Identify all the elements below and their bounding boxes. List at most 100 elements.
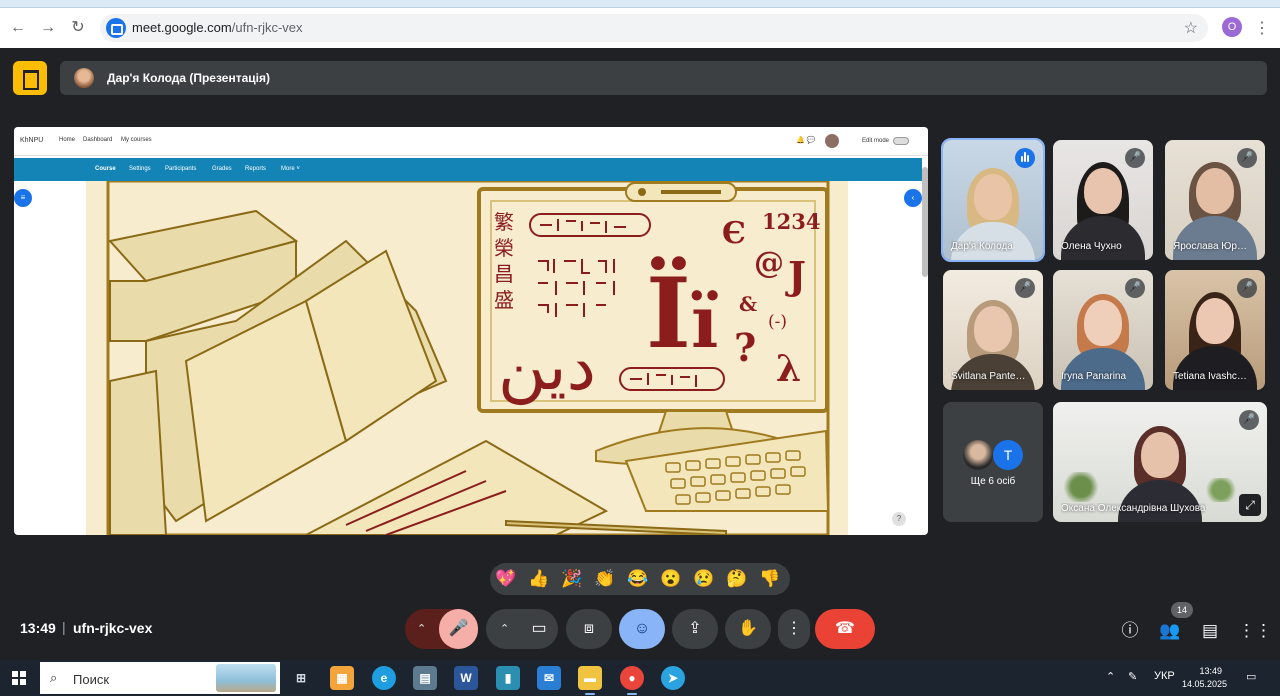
glyph-yi-lower: ї (691, 279, 718, 364)
chrome-icon[interactable]: ● (620, 666, 644, 695)
meeting-info-icon[interactable]: ⓘ (1118, 619, 1142, 643)
mic-off-button[interactable]: 🎤 (439, 609, 478, 649)
reaction-thinking[interactable]: 🤔 (725, 567, 749, 591)
site-link-my-courses[interactable]: My courses (121, 137, 152, 143)
participant-tile-5[interactable]: 🎤 Iryna Panarina (1053, 270, 1153, 390)
participant-name: Svitlana Pante… (951, 371, 1026, 382)
back-icon[interactable]: ← (8, 18, 28, 38)
word-icon[interactable]: W (454, 666, 478, 690)
block-drawer-icon[interactable]: ‹ (904, 189, 922, 207)
notifications-icon[interactable]: ▭ (1246, 670, 1256, 683)
tray-chevron-icon[interactable]: ⌃ (1106, 670, 1115, 683)
nav-grades[interactable]: Grades (212, 166, 232, 172)
participant-tile-self[interactable]: 🎤 Оксана Олександрівна Шухова ⤢ (1053, 402, 1267, 522)
glyph-at: @ (754, 246, 784, 281)
more-participants-tile[interactable]: T Ще 6 осіб (943, 402, 1043, 522)
plant-decor (1203, 478, 1239, 502)
captions-button[interactable]: ⧈ (566, 609, 612, 649)
windows-taskbar: ⌕ Поиск ⊞ ▦ e ▤ W ▮ ✉ ▬ ● ➤ ⌃ ✎ УКР 13:4… (0, 660, 1280, 696)
mail-icon[interactable]: ✉ (537, 666, 561, 690)
meet-logo-icon (13, 61, 47, 95)
reaction-sad[interactable]: 😢 (692, 567, 716, 591)
drawer-toggle-icon[interactable]: ≡ (14, 189, 32, 207)
reframe-icon[interactable]: ⤢ (1239, 494, 1261, 516)
notification-icons[interactable]: 🔔 💬 (796, 136, 815, 144)
hand-icon: ✋ (738, 620, 758, 637)
participant-tile-6[interactable]: 🎤 Tetiana Ivashc… (1165, 270, 1265, 390)
active-tab[interactable] (0, 0, 1280, 8)
browser-toolbar: ← → ↻ meet.google.com/ufn-rjkc-vex ☆ O ⋮ (0, 8, 1280, 48)
site-user-avatar[interactable] (825, 134, 839, 148)
chat-icon[interactable]: ▤ (1198, 619, 1222, 643)
task-view-icon[interactable]: ⊞ (289, 666, 313, 690)
meet-site-icon (106, 18, 126, 38)
pen-icon[interactable]: ✎ (1128, 670, 1137, 683)
leave-call-button[interactable]: ☎ (815, 609, 875, 649)
video-options-chevron-icon[interactable]: ⌃ (500, 609, 509, 649)
present-button[interactable]: ⇪ (672, 609, 718, 649)
people-icon[interactable]: 👥 (1158, 619, 1182, 643)
keyboard-language[interactable]: УКР (1154, 670, 1175, 682)
slide-image: 繁 榮 昌 盛 1234 Ї ї @ J & ? (-) λ Є دين (86, 179, 848, 535)
participant-tile-3[interactable]: 🎤 Ярослава Юр… (1165, 140, 1265, 260)
reload-icon[interactable]: ↻ (68, 18, 88, 38)
forward-icon[interactable]: → (38, 18, 58, 38)
address-bar[interactable]: meet.google.com/ufn-rjkc-vex ☆ (100, 14, 1208, 42)
participant-name: Ярослава Юр… (1173, 241, 1247, 252)
more-options-button[interactable]: ⋮ (778, 609, 810, 649)
reaction-clap[interactable]: 👏 (593, 567, 617, 591)
nav-reports[interactable]: Reports (245, 166, 266, 172)
help-icon[interactable]: ? (892, 512, 906, 526)
app-icon[interactable]: ▮ (496, 666, 520, 690)
nav-participants[interactable]: Participants (165, 166, 196, 172)
search-highlight-image (216, 664, 276, 692)
calculator-icon[interactable]: ▤ (413, 666, 437, 690)
profile-avatar[interactable]: O (1222, 17, 1242, 37)
reactions-button[interactable]: ☺ (619, 609, 665, 649)
audio-options-chevron-icon[interactable]: ⌃ (417, 609, 426, 649)
more-participants-label: Ще 6 осіб (970, 476, 1016, 487)
presentation-scrollbar[interactable] (922, 167, 928, 277)
presenter-bar[interactable]: Дар'я Колода (Презентація) (60, 61, 1267, 95)
presenter-avatar (74, 68, 94, 88)
system-clock[interactable]: 13:49 14.05.2025 (1182, 665, 1227, 691)
more-vert-icon: ⋮ (786, 620, 802, 637)
windows-start-icon[interactable] (12, 671, 26, 685)
clock-time: 13:49 (1199, 666, 1222, 676)
telegram-icon[interactable]: ➤ (661, 666, 685, 690)
taskbar-search[interactable]: ⌕ Поиск (40, 662, 280, 694)
bookmark-star-icon[interactable]: ☆ (1184, 18, 1198, 38)
store-icon[interactable]: ▦ (330, 666, 354, 690)
glyph-arabic: دين (498, 328, 596, 406)
url-host: meet.google.com (132, 20, 232, 35)
site-link-dashboard[interactable]: Dashboard (83, 137, 112, 143)
camera-icon[interactable]: ▭ (520, 609, 558, 649)
participant-tile-2[interactable]: 🎤 Олена Чухно (1053, 140, 1153, 260)
participant-tile-1[interactable]: Дар'я Колода (941, 138, 1045, 262)
raise-hand-button[interactable]: ✋ (725, 609, 771, 649)
nav-more[interactable]: More ˅ (281, 166, 300, 172)
activities-grid-icon[interactable]: ⋮⋮ (1238, 619, 1272, 643)
speaking-indicator-icon (1015, 148, 1035, 168)
present-screen-icon: ⇪ (688, 620, 702, 637)
nav-course[interactable]: Course (95, 166, 116, 172)
edge-icon[interactable]: e (372, 666, 396, 690)
glyph-j: J (785, 253, 806, 298)
reaction-surprised[interactable]: 😮 (659, 567, 683, 591)
reaction-thumbs-down[interactable]: 👎 (758, 567, 782, 591)
glyph-yi-upper: Ї (646, 257, 691, 370)
browser-menu-icon[interactable]: ⋮ (1254, 18, 1270, 38)
file-explorer-icon[interactable]: ▬ (578, 666, 602, 695)
edit-mode-toggle[interactable] (893, 137, 909, 145)
nav-settings[interactable]: Settings (129, 166, 151, 172)
site-logo[interactable]: KhNPU (20, 137, 43, 144)
site-link-home[interactable]: Home (59, 137, 75, 143)
reaction-heart[interactable]: 💖 (494, 567, 518, 591)
url-text: meet.google.com/ufn-rjkc-vex (132, 20, 303, 35)
reaction-party[interactable]: 🎉 (560, 567, 584, 591)
participant-tile-4[interactable]: 🎤 Svitlana Pante… (943, 270, 1043, 390)
reaction-thumbs-up[interactable]: 👍 (527, 567, 551, 591)
reaction-laugh[interactable]: 😂 (626, 567, 650, 591)
search-placeholder: Поиск (73, 672, 110, 687)
glyph-han-4: 盛 (494, 288, 514, 312)
